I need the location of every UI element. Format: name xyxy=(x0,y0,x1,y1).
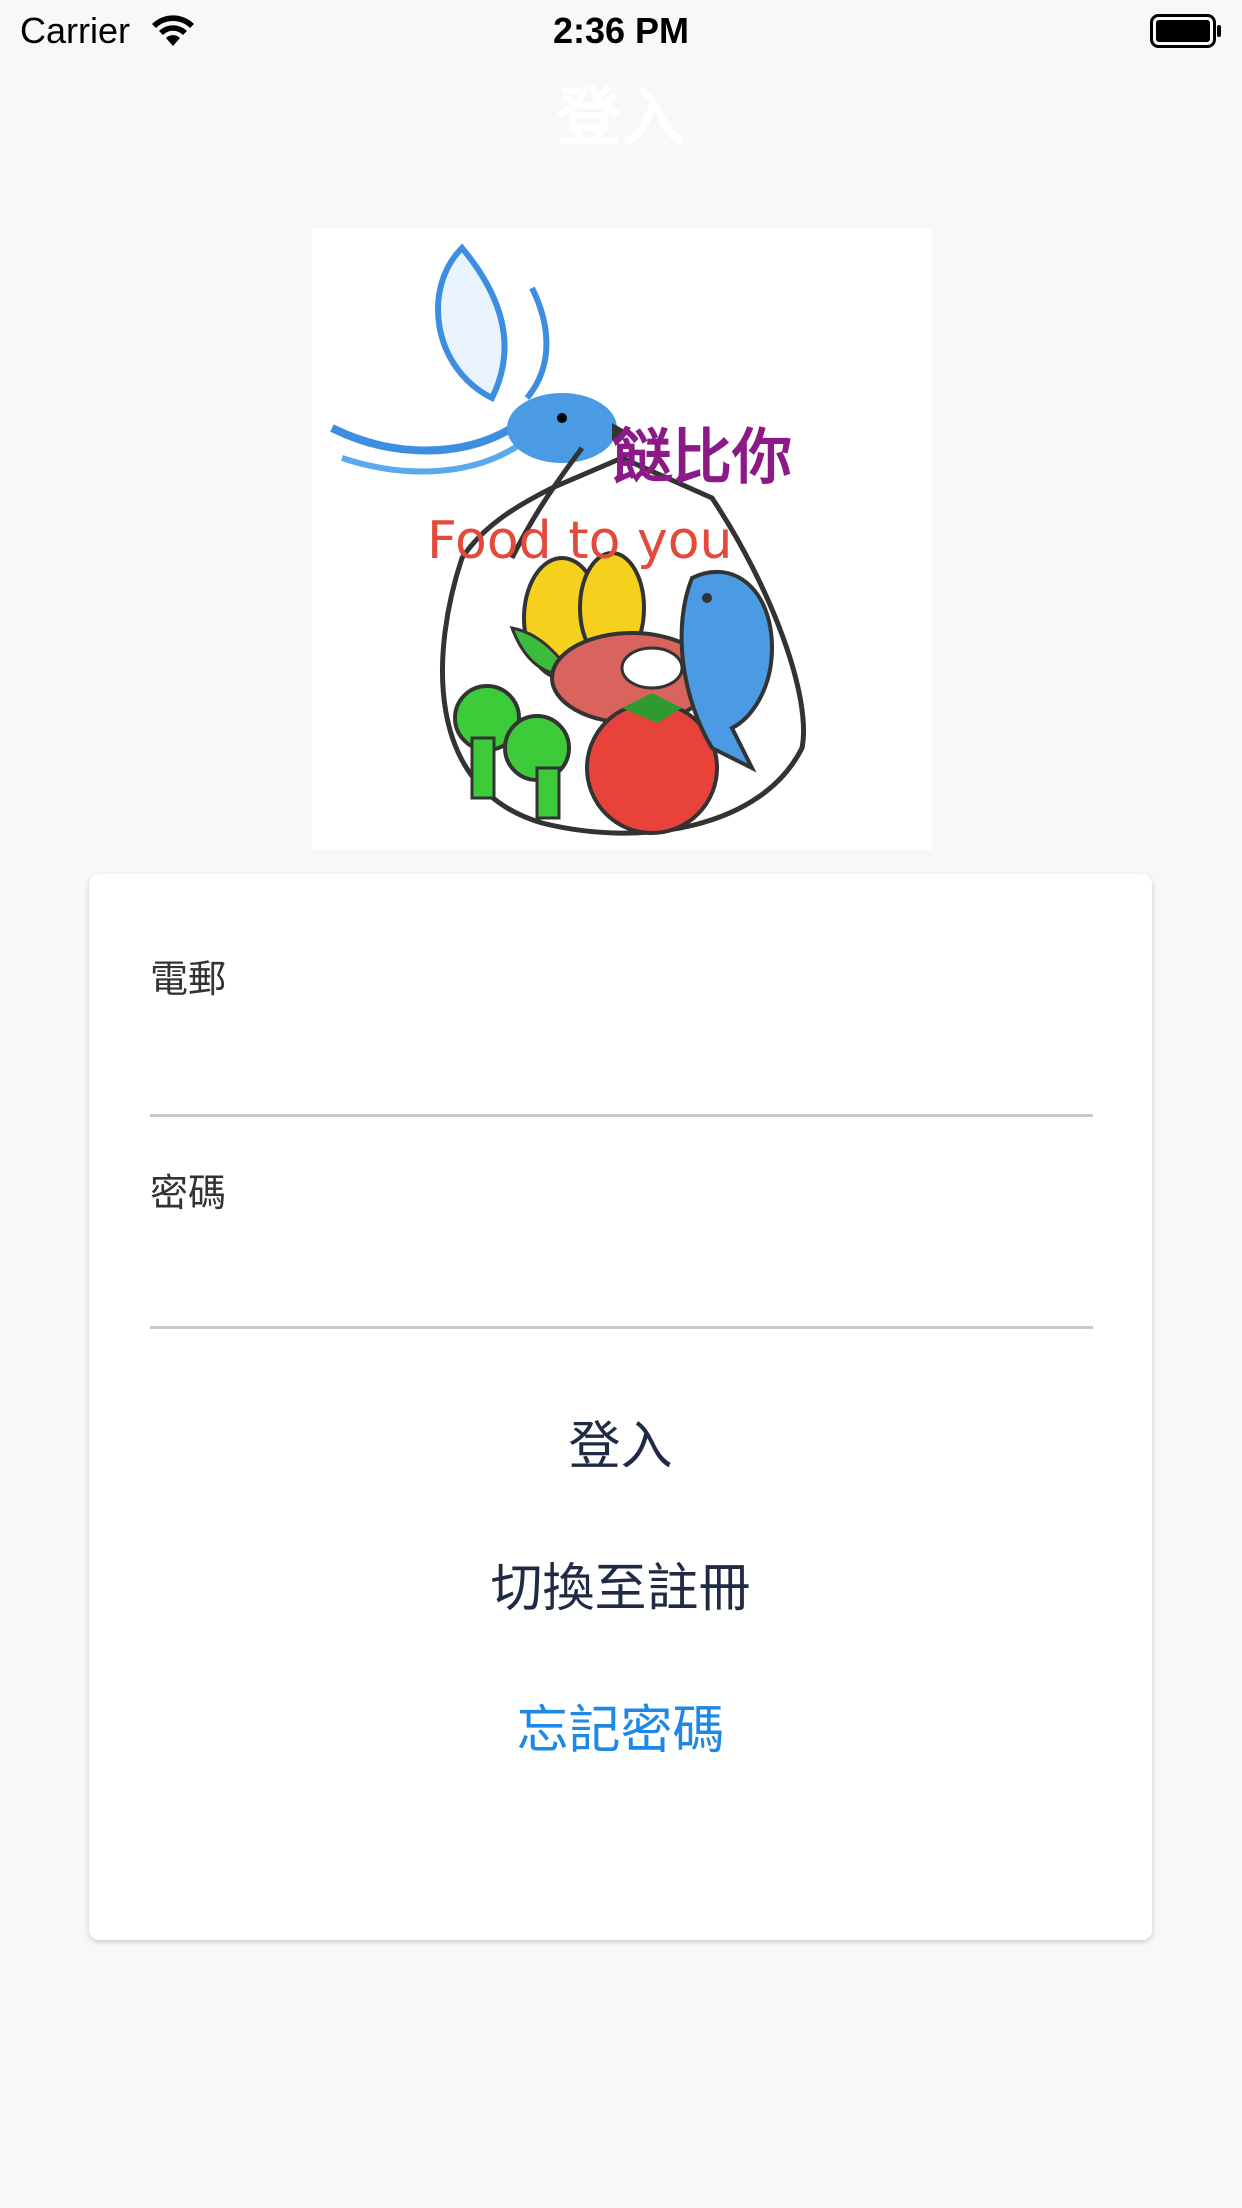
status-time: 2:36 PM xyxy=(552,10,690,51)
password-label: 密碼 xyxy=(150,1171,227,1215)
password-field[interactable] xyxy=(150,1262,1093,1329)
battery-icon xyxy=(1150,14,1222,48)
login-button[interactable]: 登入 xyxy=(89,1406,1152,1486)
status-bar: Carrier 2:36 PM xyxy=(0,0,1242,62)
logo-chinese-text: 餸比你 xyxy=(612,423,792,493)
email-field[interactable] xyxy=(150,1050,1093,1117)
forgot-password-link[interactable]: 忘記密碼 xyxy=(89,1690,1152,1770)
email-label: 電郵 xyxy=(150,957,227,1001)
logo-english-text: Food to you xyxy=(427,511,733,571)
page-title: 登入 xyxy=(557,82,685,154)
app-logo: 餸比你 Food to you xyxy=(312,228,932,850)
login-card: 電郵 密碼 登入 切換至註冊 忘記密碼 xyxy=(89,874,1152,1940)
logo-illustration: 餸比你 Food to you xyxy=(330,243,807,836)
switch-to-register-button[interactable]: 切換至註冊 xyxy=(89,1548,1152,1628)
